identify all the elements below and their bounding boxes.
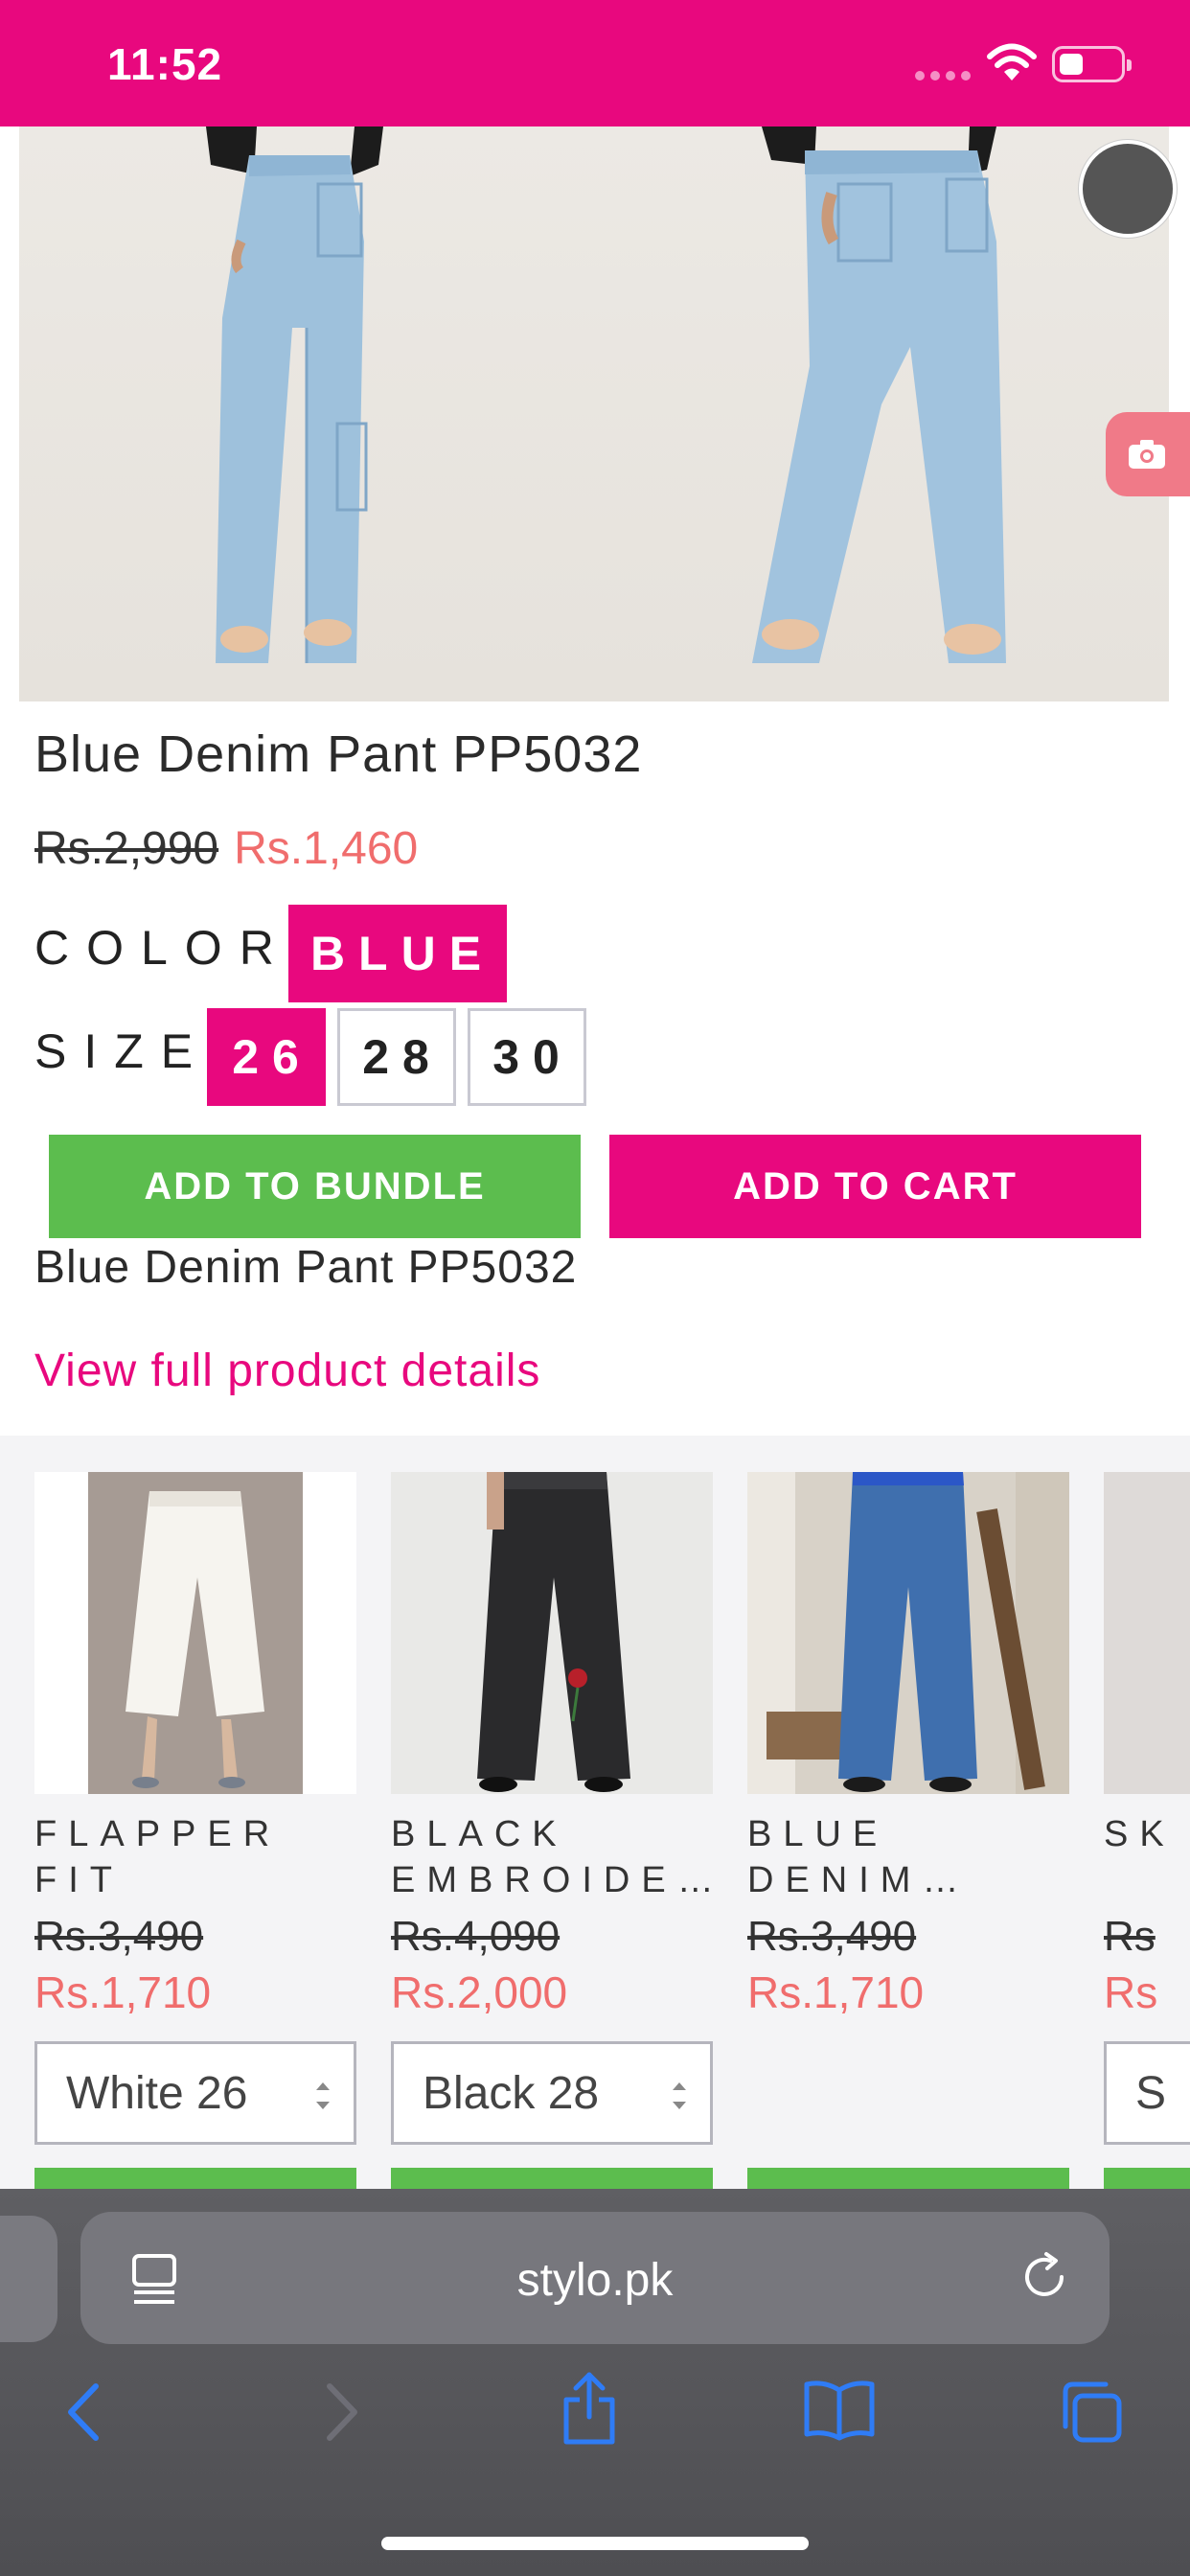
related-product-card[interactable]: BLACK EMBROIDE… Rs.4,090 Rs.2,000 Black … [391,1472,713,2145]
variant-select-value: Black 28 [423,2067,600,2119]
camera-button[interactable] [1106,412,1190,496]
size-label: SIZE [34,1024,211,1078]
reload-icon[interactable] [1018,2250,1071,2304]
size-option-30[interactable]: 30 [468,1008,586,1106]
tabs-icon[interactable] [1058,2379,1125,2446]
add-to-bundle-button[interactable]: ADD TO BUNDLE [49,1135,581,1238]
price-row: Rs.2,990 Rs.1,460 [34,822,418,875]
back-icon[interactable] [61,2379,109,2446]
size-option-28[interactable]: 28 [337,1008,456,1106]
signal-dots-icon [915,71,971,80]
white-flapper-jeans-image [88,1472,303,1794]
status-time: 11:52 [107,39,223,89]
url-text[interactable]: stylo.pk [80,2254,1110,2307]
related-product-name[interactable]: SK W [1104,1811,1190,1903]
view-details-link[interactable]: View full product details [34,1345,540,1397]
related-product-name[interactable]: BLACK EMBROIDE… [391,1811,713,1903]
page: 11:52 Blue Denim Pant PP5032 Rs.2,990 Rs… [0,0,1190,2576]
related-product-image[interactable] [391,1472,713,1794]
blue-denim-jeans-image [747,1472,1069,1794]
related-products-carousel[interactable]: FLAPPER FIT DENIM… Rs.3,490 Rs.1,710 Whi… [0,1436,1190,2193]
size-option-26[interactable]: 26 [207,1008,326,1106]
related-product-old-price: Rs [1104,1913,1156,1960]
related-product-old-price: Rs.3,490 [34,1913,204,1960]
wifi-icon [987,43,1037,80]
related-product-old-price: Rs.4,090 [391,1913,561,1960]
previous-tab-peek[interactable] [0,2216,57,2342]
jeans-front-image [206,126,383,663]
bookmarks-icon[interactable] [803,2379,876,2442]
related-product-new-price: Rs.1,710 [747,1967,925,2017]
select-chevron-icon [673,2082,686,2109]
share-icon[interactable] [559,2369,620,2446]
related-product-image[interactable] [34,1472,356,1794]
browser-toolbar: stylo.pk [0,2189,1190,2576]
forward-icon[interactable] [316,2379,364,2446]
add-to-cart-button[interactable]: ADD TO CART [609,1135,1141,1238]
related-product-new-price: Rs.1,710 [34,1967,212,2017]
color-label: COLOR [34,921,291,975]
related-product-card[interactable]: BLUE DENIM… Rs.3,490 Rs.1,710 [747,1472,1069,2018]
related-product-name[interactable]: FLAPPER FIT DENIM… [34,1811,356,1903]
product-gallery[interactable] [19,126,1169,702]
product-image-front[interactable] [19,126,594,702]
home-indicator[interactable] [381,2537,809,2550]
product-image-angled[interactable] [594,126,1169,702]
related-product-new-price: Rs [1104,1967,1158,2017]
variant-select[interactable]: S [1104,2041,1190,2145]
black-embroidered-jeans-image [477,1472,630,1792]
status-bar: 11:52 [0,0,1190,126]
related-product-image[interactable] [747,1472,1069,1794]
related-product-old-price: Rs.3,490 [747,1913,917,1960]
related-product-new-price: Rs.2,000 [391,1967,568,2017]
variant-select-value: White 26 [66,2067,248,2119]
jeans-angled-image [752,126,1006,663]
sale-price: Rs.1,460 [234,823,419,874]
battery-icon [1052,46,1132,82]
product-subtitle: Blue Denim Pant PP5032 [34,1242,578,1293]
related-product-card[interactable]: SK W Rs Rs S [1104,1472,1190,2145]
original-price: Rs.2,990 [34,823,219,874]
product-title: Blue Denim Pant PP5032 [34,725,643,783]
variant-select-value: S [1135,2067,1167,2119]
address-bar[interactable]: stylo.pk [80,2212,1110,2344]
camera-icon [1129,440,1165,469]
gallery-indicator-dot[interactable] [1079,140,1177,238]
variant-select[interactable]: Black 28 [391,2041,713,2145]
related-product-image[interactable] [1104,1472,1190,1794]
color-option-blue[interactable]: BLUE [288,905,507,1002]
related-product-card[interactable]: FLAPPER FIT DENIM… Rs.3,490 Rs.1,710 Whi… [34,1472,356,2145]
select-chevron-icon [316,2082,330,2109]
related-product-name[interactable]: BLUE DENIM… [747,1811,1069,1903]
variant-select[interactable]: White 26 [34,2041,356,2145]
